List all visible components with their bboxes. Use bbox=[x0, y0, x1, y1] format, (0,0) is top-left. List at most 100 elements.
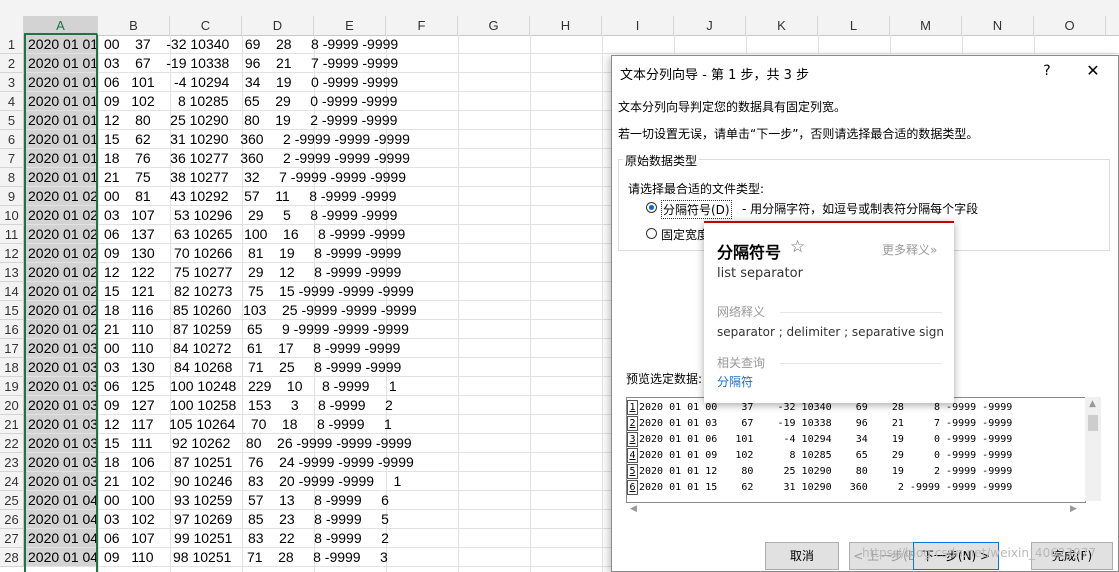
row-values[interactable]: 03 102 97 10269 85 23 8 -9999 5 bbox=[104, 510, 389, 528]
row-header[interactable]: 28 bbox=[0, 548, 24, 567]
row-header[interactable]: 21 bbox=[0, 415, 24, 434]
column-header-n[interactable]: N bbox=[962, 16, 1034, 35]
row-header[interactable]: 12 bbox=[0, 244, 24, 263]
preview-horizontal-scrollbar[interactable]: ◀ ▶ bbox=[626, 502, 1084, 516]
row-header[interactable]: 6 bbox=[0, 130, 24, 149]
row-values[interactable]: 18 76 36 10277 360 2 -9999 -9999 -9999 bbox=[104, 149, 410, 167]
file-type-prompt: 请选择最合适的文件类型: bbox=[628, 182, 765, 196]
preview-row-number: 2 bbox=[627, 416, 638, 431]
column-header-l[interactable]: L bbox=[818, 16, 890, 35]
row-values[interactable]: 03 130 84 10268 71 25 8 -9999 -9999 bbox=[104, 358, 401, 376]
row-values[interactable]: 09 102 8 10285 65 29 0 -9999 -9999 bbox=[104, 92, 397, 110]
row-header[interactable]: 26 bbox=[0, 510, 24, 529]
row-values[interactable]: 21 110 87 10259 65 9 -9999 -9999 -9999 bbox=[104, 320, 409, 338]
preview-row-number: 6 bbox=[627, 480, 638, 495]
row-header[interactable]: 24 bbox=[0, 472, 24, 491]
row-values[interactable]: 06 101 -4 10294 34 19 0 -9999 -9999 bbox=[104, 73, 398, 91]
row-values[interactable]: 18 106 87 10251 76 24 -9999 -9999 -9999 bbox=[104, 453, 414, 471]
dialog-title: 文本分列向导 - 第 1 步，共 3 步 bbox=[620, 68, 810, 83]
dictionary-tooltip: 分隔符号 ☆ 更多释义» list separator 网络释义 separat… bbox=[704, 221, 954, 403]
row-values[interactable]: 06 125 100 10248 229 10 8 -9999 1 bbox=[104, 377, 397, 395]
row-header[interactable]: 1 bbox=[0, 35, 24, 54]
row-values[interactable]: 12 80 25 10290 80 19 2 -9999 -9999 bbox=[104, 111, 397, 129]
row-header[interactable]: 5 bbox=[0, 111, 24, 130]
cancel-button[interactable]: 取消 bbox=[765, 542, 839, 570]
row-values[interactable]: 15 121 82 10273 75 15 -9999 -9999 -9999 bbox=[104, 282, 414, 300]
select-all-corner[interactable] bbox=[0, 16, 24, 35]
row-header[interactable]: 19 bbox=[0, 377, 24, 396]
row-values[interactable]: 00 81 43 10292 57 11 8 -9999 -9999 bbox=[104, 187, 396, 205]
column-header-o[interactable]: O bbox=[1034, 16, 1106, 35]
related-link[interactable]: 分隔符 bbox=[717, 373, 753, 390]
row-values[interactable]: 15 111 92 10262 80 26 -9999 -9999 -9999 bbox=[104, 434, 412, 452]
dialog-instruction: 若一切设置无误，请单击“下一步”，否则请选择最合适的数据类型。 bbox=[618, 127, 979, 141]
column-header-e[interactable]: E bbox=[314, 16, 386, 35]
tooltip-translation: list separator bbox=[717, 266, 803, 281]
row-header[interactable]: 11 bbox=[0, 225, 24, 244]
row-values[interactable]: 06 107 99 10251 83 22 8 -9999 2 bbox=[104, 529, 389, 547]
row-values[interactable]: 00 37 -32 10340 69 28 8 -9999 -9999 bbox=[104, 35, 398, 53]
row-header[interactable]: 4 bbox=[0, 92, 24, 111]
column-header-b[interactable]: B bbox=[98, 16, 170, 35]
row-header[interactable]: 18 bbox=[0, 358, 24, 377]
row-header[interactable]: 14 bbox=[0, 282, 24, 301]
scroll-left-icon[interactable]: ◀ bbox=[630, 504, 637, 514]
row-values[interactable]: 21 75 38 10277 32 7 -9999 -9999 -9999 bbox=[104, 168, 406, 186]
row-header[interactable]: 7 bbox=[0, 149, 24, 168]
row-values[interactable]: 15 62 31 10290 360 2 -9999 -9999 -9999 bbox=[104, 130, 410, 148]
row-values[interactable]: 00 110 84 10272 61 17 8 -9999 -9999 bbox=[104, 339, 400, 357]
column-header-h[interactable]: H bbox=[530, 16, 602, 35]
row-values[interactable]: 09 130 70 10266 81 19 8 -9999 -9999 bbox=[104, 244, 401, 262]
row-values[interactable]: 09 127 100 10258 153 3 8 -9999 2 bbox=[104, 396, 393, 414]
column-header-k[interactable]: K bbox=[746, 16, 818, 35]
row-values[interactable]: 21 102 90 10246 83 20 -9999 -9999 1 bbox=[104, 472, 401, 490]
row-header[interactable]: 13 bbox=[0, 263, 24, 282]
row-header[interactable]: 27 bbox=[0, 529, 24, 548]
row-header[interactable]: 23 bbox=[0, 453, 24, 472]
help-button[interactable]: ? bbox=[1037, 60, 1057, 82]
row-header[interactable]: 20 bbox=[0, 396, 24, 415]
row-values[interactable]: 03 107 53 10296 29 5 8 -9999 -9999 bbox=[104, 206, 397, 224]
row-values[interactable]: 06 137 63 10265 100 16 8 -9999 -9999 bbox=[104, 225, 405, 243]
star-icon[interactable]: ☆ bbox=[790, 237, 805, 257]
row-header[interactable]: 22 bbox=[0, 434, 24, 453]
preview-row: 2020 01 01 09 102 8 10285 65 29 0 -9999 … bbox=[639, 450, 1013, 461]
formula-bar-strip bbox=[0, 0, 1119, 17]
row-values[interactable]: 00 100 93 10259 57 13 8 -9999 6 bbox=[104, 491, 389, 509]
row-header[interactable]: 10 bbox=[0, 206, 24, 225]
column-header-c[interactable]: C bbox=[170, 16, 242, 35]
row-header[interactable]: 9 bbox=[0, 187, 24, 206]
column-header-j[interactable]: J bbox=[674, 16, 746, 35]
row-values[interactable]: 09 110 98 10251 71 28 8 -9999 3 bbox=[104, 548, 388, 566]
row-header[interactable]: 8 bbox=[0, 168, 24, 187]
more-meanings-link[interactable]: 更多释义» bbox=[882, 241, 937, 258]
row-values[interactable]: 18 116 85 10260 103 25 -9999 -9999 -9999 bbox=[104, 301, 417, 319]
row-header[interactable]: 25 bbox=[0, 491, 24, 510]
row-values[interactable]: 12 122 75 10277 29 12 8 -9999 -9999 bbox=[104, 263, 401, 281]
row-header[interactable]: 15 bbox=[0, 301, 24, 320]
column-header-g[interactable]: G bbox=[458, 16, 530, 35]
row-values[interactable]: 03 67 -19 10338 96 21 7 -9999 -9999 bbox=[104, 54, 398, 72]
preview-area[interactable]: 1 2020 01 01 00 37 -32 10340 69 28 8 -999… bbox=[626, 397, 1086, 503]
row-header[interactable]: 16 bbox=[0, 320, 24, 339]
scroll-thumb[interactable] bbox=[1088, 415, 1098, 431]
fixed-width-label[interactable]: 固定宽度 bbox=[661, 226, 709, 243]
row-values[interactable]: 12 117 105 10264 70 18 8 -9999 1 bbox=[104, 415, 392, 433]
column-header-i[interactable]: I bbox=[602, 16, 674, 35]
tooltip-word: 分隔符号 bbox=[717, 243, 782, 262]
scroll-up-icon[interactable]: ▲ bbox=[1089, 399, 1096, 409]
preview-vertical-scrollbar[interactable]: ▲ bbox=[1085, 397, 1101, 501]
preview-row: 2020 01 01 06 101 -4 10294 34 19 0 -9999… bbox=[639, 434, 1013, 445]
column-header-f[interactable]: F bbox=[386, 16, 458, 35]
scroll-right-icon[interactable]: ▶ bbox=[1070, 504, 1077, 514]
fixed-width-radio[interactable] bbox=[646, 228, 657, 239]
row-header[interactable]: 3 bbox=[0, 73, 24, 92]
delimited-label[interactable]: 分隔符号(D) bbox=[661, 200, 732, 219]
column-header-m[interactable]: M bbox=[890, 16, 962, 35]
column-header-a[interactable]: A bbox=[24, 16, 98, 35]
close-icon[interactable]: ✕ bbox=[1082, 60, 1104, 82]
row-header[interactable]: 2 bbox=[0, 54, 24, 73]
row-header[interactable]: 17 bbox=[0, 339, 24, 358]
delimited-radio[interactable] bbox=[646, 202, 657, 213]
column-header-d[interactable]: D bbox=[242, 16, 314, 35]
